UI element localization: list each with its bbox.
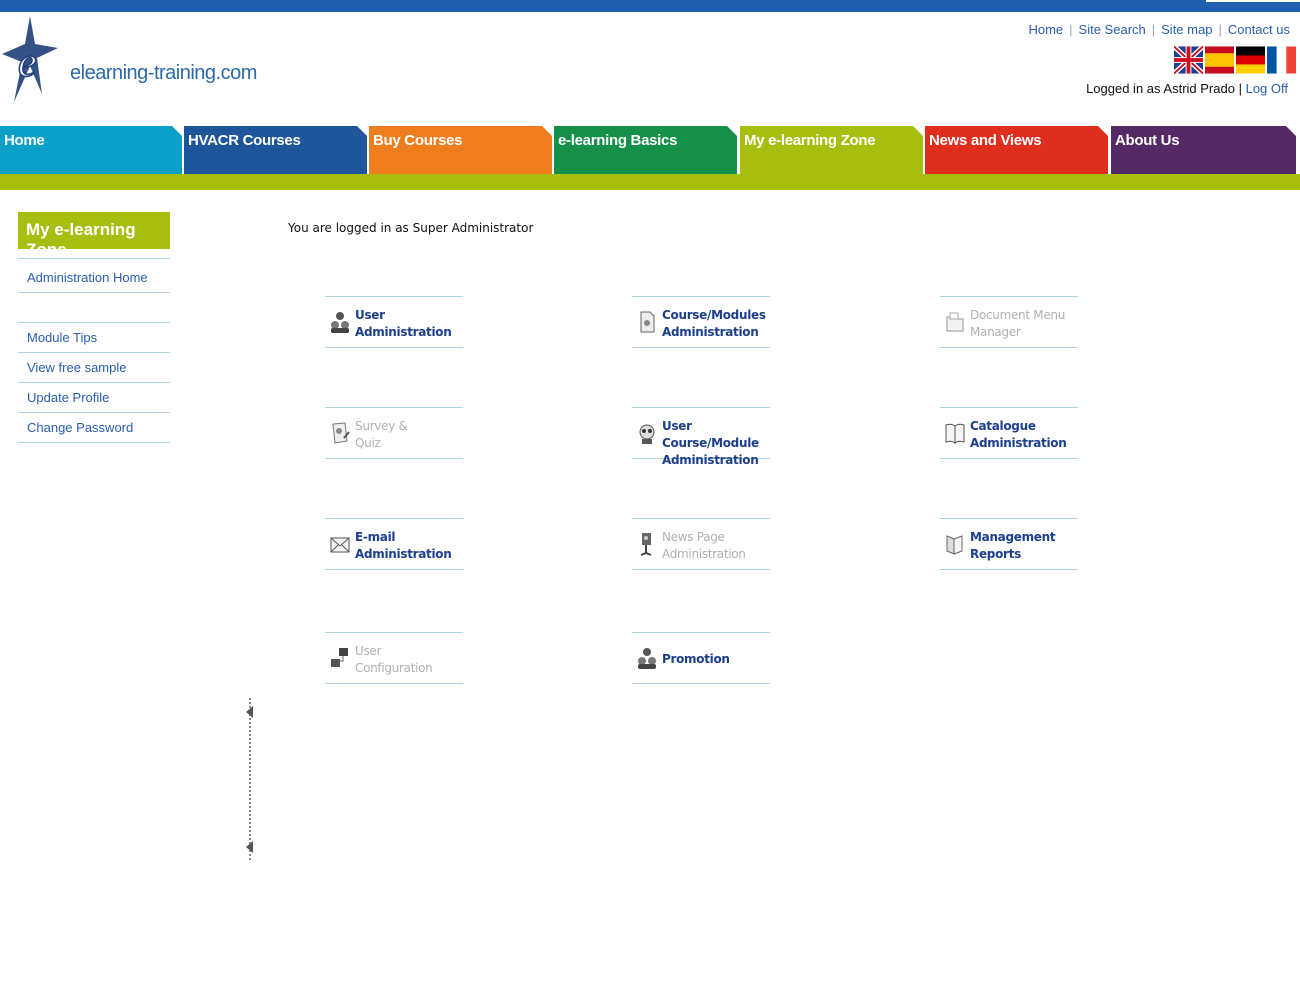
- collapse-arrow-icon[interactable]: [246, 706, 253, 718]
- tile-management-reports[interactable]: Management Reports: [940, 518, 1078, 570]
- logged-in-text: Logged in as Astrid Prado: [1086, 81, 1235, 96]
- tile-label: Document Menu Manager: [970, 308, 1066, 339]
- tile-email-administration[interactable]: E-mail Administration: [325, 518, 463, 570]
- tab-label: My e-learning Zone: [744, 132, 876, 149]
- nav-underline: [0, 174, 1300, 190]
- sidebar-item-view-free-sample[interactable]: View free sample: [18, 353, 170, 383]
- sidebar-item-update-profile[interactable]: Update Profile: [18, 383, 170, 413]
- tile-label: News Page Administration: [662, 530, 746, 561]
- svg-text:e: e: [18, 40, 37, 86]
- tile-label: Survey & Quiz: [355, 419, 408, 450]
- tile-survey-quiz[interactable]: Survey & Quiz: [325, 407, 463, 459]
- toplink-site-map[interactable]: Site map: [1161, 22, 1212, 37]
- tile-label: Catalogue Administration: [970, 419, 1067, 450]
- flag-fr-icon[interactable]: [1267, 46, 1296, 74]
- sidebar-divider: [18, 258, 170, 259]
- toplink-contact-us[interactable]: Contact us: [1228, 22, 1290, 37]
- tab-label: About Us: [1115, 132, 1180, 149]
- tile-promotion[interactable]: Promotion: [632, 632, 770, 684]
- tab-about-us[interactable]: About Us: [1111, 126, 1296, 174]
- tile-document-menu-manager[interactable]: Document Menu Manager: [940, 296, 1078, 348]
- sidebar-heading: My e-learning Zone: [18, 212, 170, 259]
- tile-user-course-module-administration[interactable]: User Course/Module Administration: [632, 407, 770, 467]
- news-icon: [640, 533, 652, 556]
- flag-uk-icon[interactable]: [1174, 46, 1203, 74]
- toplink-home[interactable]: Home: [1028, 22, 1063, 37]
- tile-user-configuration[interactable]: User Configuration: [325, 632, 463, 684]
- flag-es-icon[interactable]: [1205, 46, 1234, 74]
- sidebar-item-change-password[interactable]: Change Password: [18, 413, 170, 443]
- tile-label: Management Reports: [970, 530, 1056, 561]
- tab-my-elearning-zone[interactable]: My e-learning Zone: [740, 126, 923, 174]
- language-flags: [1174, 46, 1296, 74]
- logoff-link[interactable]: Log Off: [1246, 81, 1288, 96]
- user-course-icon: [639, 424, 655, 444]
- tile-user-administration[interactable]: User Administration: [325, 296, 463, 348]
- main-nav: Home HVACR Courses Buy Courses e-learnin…: [0, 126, 1300, 174]
- tab-label: Home: [4, 132, 45, 149]
- tab-hvacr-courses[interactable]: HVACR Courses: [184, 126, 367, 174]
- promotion-icon: [638, 648, 656, 669]
- site-name[interactable]: elearning-training.com: [70, 62, 257, 85]
- tab-label: HVACR Courses: [188, 132, 301, 149]
- tab-news-and-views[interactable]: News and Views: [925, 126, 1108, 174]
- sidebar-item-administration-home[interactable]: Administration Home: [18, 263, 170, 293]
- tab-buy-courses[interactable]: Buy Courses: [369, 126, 552, 174]
- top-bar: [0, 0, 1300, 12]
- tab-label: Buy Courses: [373, 132, 463, 149]
- tile-news-page-administration[interactable]: News Page Administration: [632, 518, 770, 570]
- tile-label: E-mail Administration: [355, 530, 452, 561]
- reports-icon: [946, 535, 963, 555]
- tab-label: News and Views: [929, 132, 1042, 149]
- tab-elearning-basics[interactable]: e-learning Basics: [554, 126, 737, 174]
- envelope-icon: [330, 537, 350, 553]
- tab-home[interactable]: Home: [0, 126, 182, 174]
- welcome-message: You are logged in as Super Administrator: [288, 221, 534, 235]
- document-icon: [640, 311, 655, 333]
- tile-label: Promotion: [662, 652, 730, 666]
- tile-label: Course/Modules Administration: [662, 308, 766, 339]
- pane-splitter[interactable]: [249, 698, 253, 860]
- site-logo[interactable]: e: [0, 14, 60, 106]
- tile-course-modules-administration[interactable]: Course/Modules Administration: [632, 296, 770, 348]
- tile-label: User Administration: [355, 308, 452, 339]
- tab-label: e-learning Basics: [558, 132, 678, 149]
- folder-icon: [946, 312, 964, 332]
- tile-label: User Configuration: [355, 644, 433, 675]
- top-links: Home | Site Search | Site map | Contact us: [1028, 22, 1290, 37]
- flag-de-icon[interactable]: [1236, 46, 1265, 74]
- sidebar-item-module-tips[interactable]: Module Tips: [18, 323, 170, 353]
- login-status: Logged in as Astrid Prado | Log Off: [1086, 81, 1288, 96]
- collapse-arrow-icon[interactable]: [246, 841, 253, 853]
- network-icon: [331, 648, 348, 667]
- tile-catalogue-administration[interactable]: Catalogue Administration: [940, 407, 1078, 459]
- book-icon: [945, 423, 965, 444]
- tile-label: User Course/Module Administration: [662, 419, 759, 467]
- survey-icon: [332, 422, 350, 444]
- toplink-site-search[interactable]: Site Search: [1079, 22, 1146, 37]
- users-icon: [331, 312, 349, 333]
